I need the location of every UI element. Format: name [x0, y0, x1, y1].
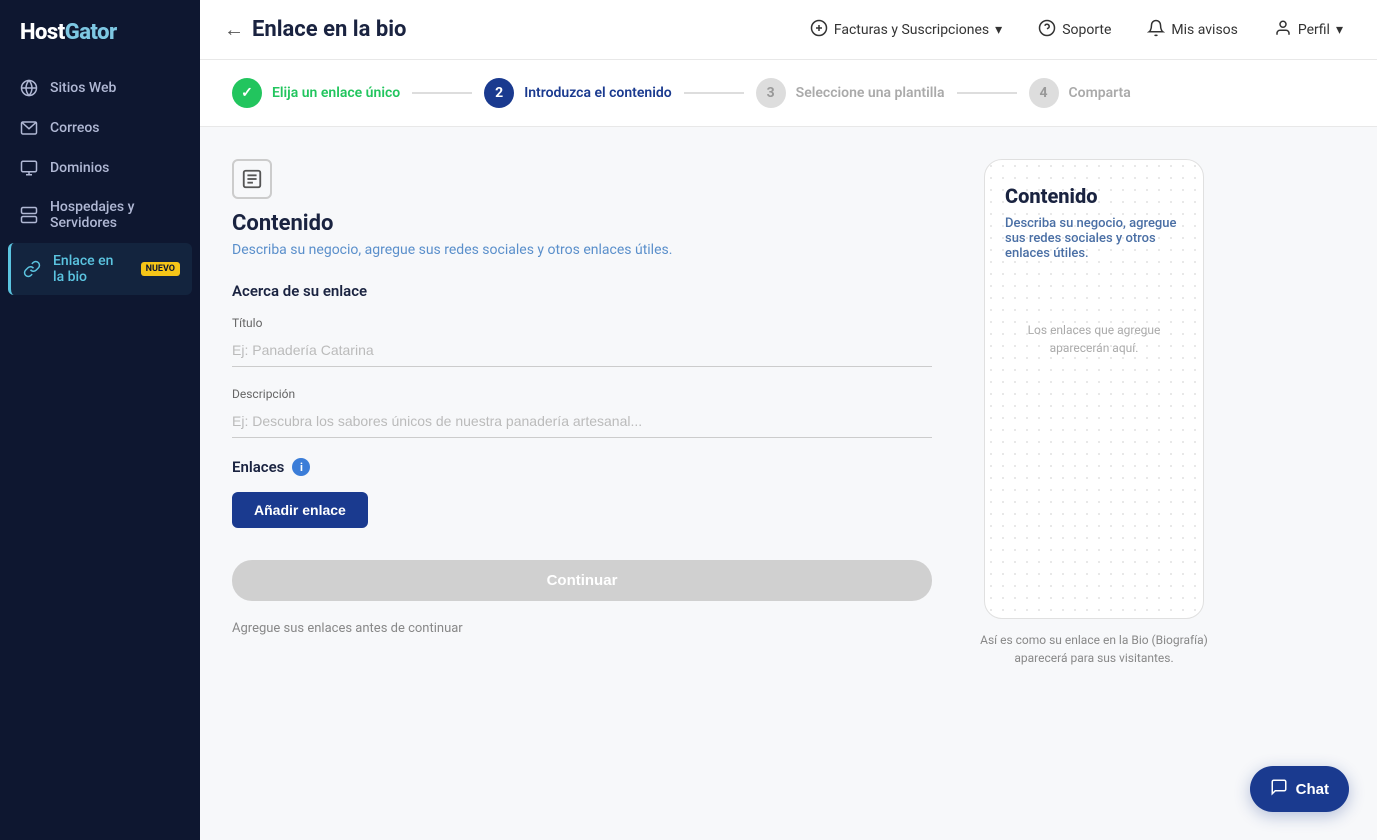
chat-icon	[1270, 778, 1288, 800]
facturas-label: Facturas y Suscripciones	[834, 22, 989, 38]
page-title: Enlace en la bio	[252, 17, 406, 42]
content-area: Contenido Describa su negocio, agregue s…	[200, 127, 1377, 840]
descripcion-field-group: Descripción	[232, 387, 932, 438]
facturas-menu[interactable]: Facturas y Suscripciones ▾	[800, 13, 1012, 47]
dollar-icon	[810, 19, 828, 41]
step-2: 2 Introduzca el contenido	[484, 78, 671, 108]
preview-caption: Así es como su enlace en la Bio (Biograf…	[964, 631, 1224, 667]
panel-subtitle: Describa su negocio, agregue sus redes s…	[232, 242, 932, 258]
sidebar-item-correos[interactable]: Correos	[8, 109, 192, 147]
back-button[interactable]: ← Enlace en la bio	[224, 17, 406, 42]
left-panel: Contenido Describa su negocio, agregue s…	[232, 159, 932, 808]
avisos-button[interactable]: Mis avisos	[1137, 13, 1247, 47]
server-icon	[20, 206, 38, 224]
step4-circle: 4	[1029, 78, 1059, 108]
descripcion-input[interactable]	[232, 405, 932, 438]
avisos-label: Mis avisos	[1171, 22, 1237, 38]
chat-label: Chat	[1296, 781, 1329, 798]
continue-hint: Agregue sus enlaces antes de continuar	[232, 621, 932, 636]
sidebar-item-label: Hospedajes y Servidores	[50, 199, 180, 231]
enlaces-label: Enlaces	[232, 458, 284, 476]
sidebar-item-enlace-bio[interactable]: Enlace en la bio NUEVO	[8, 243, 192, 295]
step4-label: Comparta	[1069, 85, 1131, 101]
step-divider-1	[412, 92, 472, 94]
user-icon	[1274, 19, 1292, 41]
section-label: Acerca de su enlace	[232, 282, 932, 300]
main-content: ← Enlace en la bio Facturas y Suscripcio…	[200, 0, 1377, 840]
sidebar-item-hospedajes[interactable]: Hospedajes y Servidores	[8, 189, 192, 241]
soporte-label: Soporte	[1062, 22, 1111, 38]
titulo-input[interactable]	[232, 334, 932, 367]
globe-icon	[20, 79, 38, 97]
step3-label: Seleccione una plantilla	[796, 85, 945, 101]
chevron-down-icon: ▾	[1336, 22, 1343, 38]
sidebar: HostGator Sitios Web Correos Dominios H	[0, 0, 200, 840]
perfil-button[interactable]: Perfil ▾	[1264, 13, 1353, 47]
continue-button[interactable]: Continuar	[232, 560, 932, 601]
content-section-icon	[232, 159, 272, 199]
chevron-down-icon: ▾	[995, 22, 1002, 38]
mail-icon	[20, 119, 38, 137]
step-1: ✓ Elija un enlace único	[232, 78, 400, 108]
chat-button[interactable]: Chat	[1250, 766, 1349, 812]
add-link-button[interactable]: Añadir enlace	[232, 492, 368, 528]
sidebar-item-dominios[interactable]: Dominios	[8, 149, 192, 187]
perfil-label: Perfil	[1298, 22, 1330, 38]
sidebar-navigation: Sitios Web Correos Dominios Hospedajes y…	[0, 69, 200, 295]
link-icon	[23, 260, 41, 278]
step-4: 4 Comparta	[1029, 78, 1131, 108]
titulo-field-group: Título	[232, 316, 932, 367]
step-divider-3	[957, 92, 1017, 94]
back-arrow-icon: ←	[224, 17, 244, 42]
right-panel-preview: Contenido Describa su negocio, agregue s…	[964, 159, 1224, 808]
panel-title: Contenido	[232, 211, 932, 236]
wizard-stepper: ✓ Elija un enlace único 2 Introduzca el …	[200, 60, 1377, 127]
info-icon[interactable]: i	[292, 458, 310, 476]
top-navigation: ← Enlace en la bio Facturas y Suscripcio…	[200, 0, 1377, 60]
sidebar-item-label: Dominios	[50, 160, 109, 176]
domain-icon	[20, 159, 38, 177]
sidebar-item-sitios-web[interactable]: Sitios Web	[8, 69, 192, 107]
sidebar-item-label: Enlace en la bio	[53, 253, 125, 285]
step1-circle: ✓	[232, 78, 262, 108]
step-divider-2	[684, 92, 744, 94]
preview-title: Contenido	[1005, 184, 1183, 208]
step3-circle: 3	[756, 78, 786, 108]
step2-label: Introduzca el contenido	[524, 85, 671, 101]
descripcion-label: Descripción	[232, 387, 932, 401]
new-badge: NUEVO	[141, 262, 180, 276]
logo: HostGator	[0, 0, 200, 69]
preview-links-placeholder: Los enlaces que agregue aparecerán aquí.	[1005, 321, 1183, 357]
question-icon	[1038, 19, 1056, 41]
enlaces-header: Enlaces i	[232, 458, 932, 476]
step-3: 3 Seleccione una plantilla	[756, 78, 945, 108]
sidebar-item-label: Sitios Web	[50, 80, 116, 96]
preview-subtitle: Describa su negocio, agregue sus redes s…	[1005, 216, 1183, 261]
preview-card: Contenido Describa su negocio, agregue s…	[984, 159, 1204, 619]
bell-icon	[1147, 19, 1165, 41]
soporte-button[interactable]: Soporte	[1028, 13, 1121, 47]
titulo-label: Título	[232, 316, 932, 330]
step1-label: Elija un enlace único	[272, 85, 400, 101]
sidebar-item-label: Correos	[50, 120, 100, 136]
step2-circle: 2	[484, 78, 514, 108]
